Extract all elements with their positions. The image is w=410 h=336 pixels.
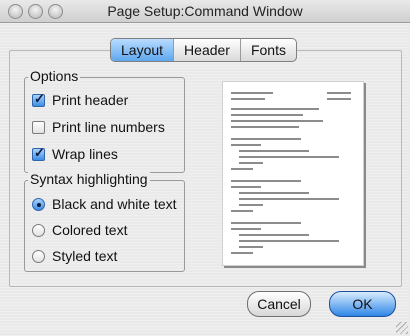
resize-grip-icon[interactable] — [396, 322, 408, 334]
window-title: Page Setup:Command Window — [107, 3, 303, 19]
bw-text-radio[interactable] — [32, 197, 45, 211]
wrap-lines-option[interactable]: Wrap lines — [32, 145, 118, 162]
wrap-lines-checkbox[interactable] — [32, 145, 45, 161]
print-header-checkbox[interactable] — [32, 91, 45, 107]
print-header-label: Print header — [52, 92, 129, 108]
page-preview — [222, 81, 364, 266]
colored-text-radio[interactable] — [32, 223, 45, 237]
wrap-lines-label: Wrap lines — [52, 146, 118, 162]
print-header-option[interactable]: Print header — [32, 91, 129, 108]
styled-text-radio[interactable] — [32, 249, 45, 263]
cancel-button[interactable]: Cancel — [247, 291, 311, 317]
ok-button[interactable]: OK — [329, 291, 396, 317]
print-line-numbers-checkbox[interactable] — [32, 120, 45, 134]
print-line-numbers-option[interactable]: Print line numbers — [32, 119, 165, 135]
styled-text-label: Styled text — [52, 248, 118, 264]
tab-header[interactable]: Header — [173, 39, 240, 61]
title-bar: Page Setup:Command Window — [0, 0, 410, 23]
tab-fonts[interactable]: Fonts — [239, 39, 296, 61]
syntax-highlighting-legend: Syntax highlighting — [28, 171, 150, 187]
bw-text-option[interactable]: Black and white text — [32, 196, 177, 212]
styled-text-option[interactable]: Styled text — [32, 248, 117, 264]
options-legend: Options — [28, 68, 81, 84]
tab-strip: Layout Header Fonts — [110, 38, 297, 62]
page-setup-window: Page Setup:Command Window Layout Header … — [0, 0, 410, 336]
colored-text-option[interactable]: Colored text — [32, 222, 127, 238]
tab-layout[interactable]: Layout — [111, 39, 174, 61]
colored-text-label: Colored text — [52, 222, 128, 238]
print-line-numbers-label: Print line numbers — [52, 119, 165, 135]
bw-text-label: Black and white text — [52, 196, 177, 212]
